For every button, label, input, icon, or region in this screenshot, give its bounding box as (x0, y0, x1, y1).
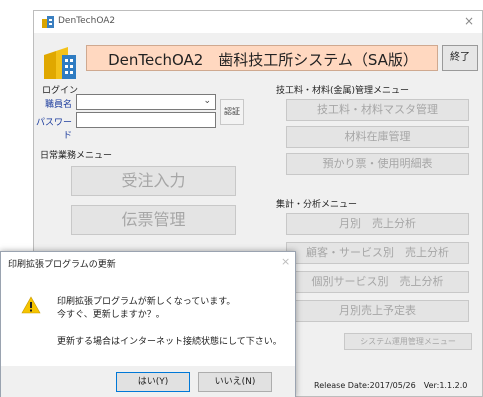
warning-icon (21, 296, 41, 314)
monthly-sales-analysis-button[interactable]: 月別 売上分析 (286, 213, 469, 235)
title-bar: DenTechOA2 × (34, 11, 482, 33)
login-group-label: ログイン (42, 86, 79, 96)
dialog-title: 印刷拡張プログラムの更新 (8, 260, 116, 270)
no-button[interactable]: いいえ(N) (198, 372, 272, 392)
chevron-down-icon[interactable]: ⌄ (203, 96, 211, 106)
material-menu-label: 技工料・材料(金属)管理メニュー (276, 86, 410, 96)
app-title: DenTechOA2 歯科技工所システム（SA版） (108, 51, 418, 69)
dialog-message-line2: 今すぐ、更新しますか？。 (57, 310, 165, 320)
dialog-message-line1: 印刷拡張プログラムが新しくなっています。 (57, 297, 236, 307)
dialog-footer: はい(Y) いいえ(N) (1, 366, 295, 397)
password-field[interactable] (76, 112, 216, 128)
password-label: パスワード (35, 118, 72, 141)
window-close-button[interactable]: × (464, 14, 474, 28)
dialog-close-button[interactable]: × (281, 255, 290, 268)
fee-material-master-button[interactable]: 技工料・材料マスタ管理 (286, 99, 469, 121)
auth-button[interactable]: 認証 (220, 99, 244, 125)
monthly-sales-forecast-button[interactable]: 月別売上予定表 (286, 300, 469, 322)
release-info: Release Date:2017/05/26 Ver:1.1.2.0 (314, 381, 468, 390)
deposit-slip-button[interactable]: 預かり票・使用明細表 (286, 153, 469, 175)
daily-menu-label: 日常業務メニュー (40, 151, 113, 161)
dialog-message-line3: 更新する場合はインターネット接続状態にして下さい。 (57, 337, 282, 347)
staff-name-select[interactable]: ⌄ (76, 94, 216, 110)
update-dialog: 印刷拡張プログラムの更新 × 印刷拡張プログラムが新しくなっています。 今すぐ、… (0, 251, 296, 397)
analysis-menu-label: 集計・分析メニュー (276, 200, 358, 210)
material-inventory-button[interactable]: 材料在庫管理 (286, 126, 469, 148)
app-logo-icon (44, 47, 76, 79)
order-entry-button[interactable]: 受注入力 (71, 166, 236, 196)
system-admin-menu-button[interactable]: システム運用管理メニュー (344, 333, 472, 350)
slip-management-button[interactable]: 伝票管理 (71, 205, 236, 235)
yes-button[interactable]: はい(Y) (116, 372, 190, 392)
app-icon (42, 16, 54, 28)
header-banner: DenTechOA2 歯科技工所システム（SA版） (86, 45, 438, 71)
staff-name-label: 職員名 (44, 100, 72, 110)
customer-service-sales-button[interactable]: 顧客・サービス別 売上分析 (286, 242, 469, 264)
window-title: DenTechOA2 (58, 16, 116, 26)
individual-service-sales-button[interactable]: 個別サービス別 売上分析 (286, 271, 469, 293)
exit-button[interactable]: 終了 (442, 45, 478, 71)
